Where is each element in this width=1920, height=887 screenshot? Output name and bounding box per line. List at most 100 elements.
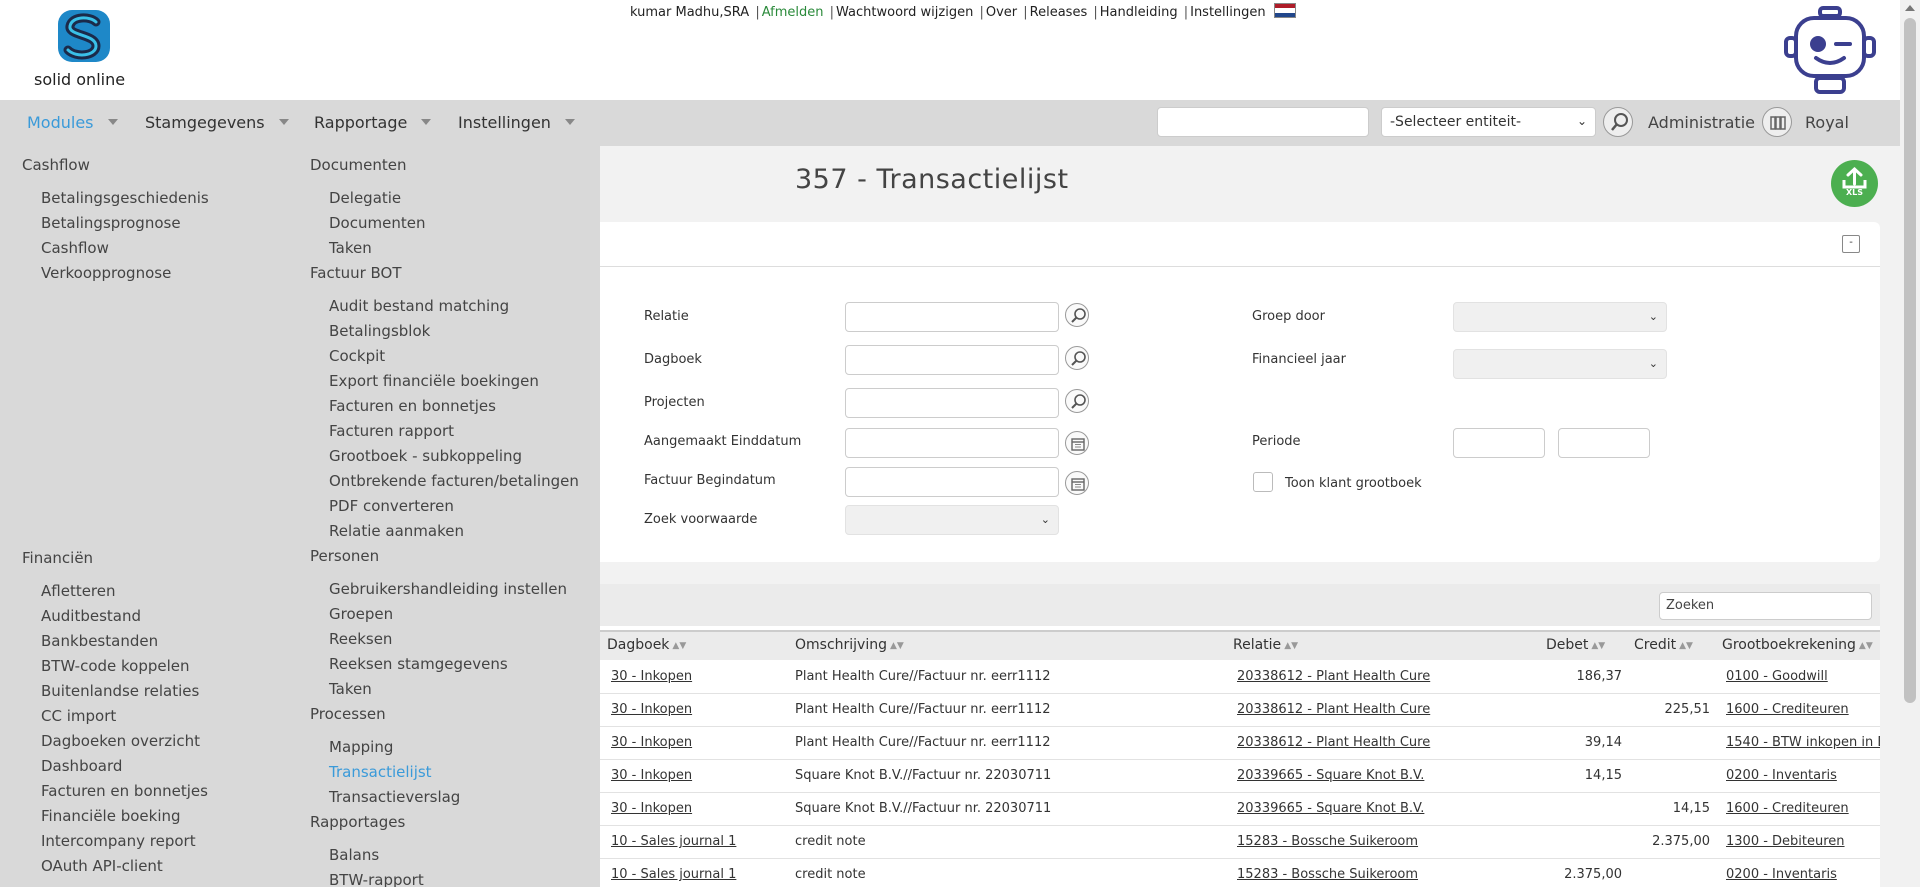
periode-to-input[interactable]: [1558, 428, 1650, 458]
table-row[interactable]: 30 - Inkopen Plant Health Cure//Factuur n…: [600, 727, 1880, 760]
factuur-begindatum-input[interactable]: [845, 467, 1059, 497]
menu-item[interactable]: Transactieverslag: [329, 788, 460, 806]
menu-item[interactable]: Dashboard: [41, 757, 122, 775]
menu-item[interactable]: Groepen: [329, 605, 393, 623]
logout-link[interactable]: Afmelden: [762, 5, 824, 20]
menu-item[interactable]: Grootboek - subkoppeling: [329, 447, 522, 465]
scroll-up-icon[interactable]: [1905, 5, 1915, 11]
menu-item[interactable]: Audit bestand matching: [329, 297, 509, 315]
table-row[interactable]: 10 - Sales journal 1 credit note 15283 - B…: [600, 826, 1880, 859]
menu-item[interactable]: Ontbrekende facturen/betalingen: [329, 472, 579, 490]
cell-grootboek[interactable]: 0200 - Inventaris: [1726, 768, 1880, 783]
menu-item[interactable]: Cockpit: [329, 347, 385, 365]
search-button[interactable]: [1603, 107, 1633, 137]
nav-rapportage[interactable]: Rapportage: [314, 113, 432, 132]
menu-item[interactable]: Mapping: [329, 738, 393, 756]
table-row[interactable]: 30 - Inkopen Plant Health Cure//Factuur n…: [600, 661, 1880, 694]
menu-item[interactable]: Dagboeken overzicht: [41, 732, 200, 750]
dagboek-lookup-button[interactable]: [1065, 346, 1089, 370]
periode-from-input[interactable]: [1453, 428, 1545, 458]
cell-grootboek[interactable]: 1600 - Crediteuren: [1726, 702, 1880, 717]
dutch-flag-icon[interactable]: [1273, 3, 1296, 18]
cell-dagboek[interactable]: 30 - Inkopen: [611, 702, 781, 717]
menu-item[interactable]: Cashflow: [41, 239, 109, 257]
relatie-lookup-button[interactable]: [1065, 303, 1089, 327]
cell-relatie[interactable]: 20339665 - Square Knot B.V.: [1237, 768, 1497, 783]
menu-item[interactable]: Betalingsgeschiedenis: [41, 189, 209, 207]
factuur-begindatum-calendar-button[interactable]: [1065, 471, 1089, 495]
menu-item[interactable]: Reeksen: [329, 630, 392, 648]
menu-item[interactable]: Bankbestanden: [41, 632, 158, 650]
scrollbar-thumb[interactable]: [1904, 18, 1916, 703]
projecten-input[interactable]: [845, 388, 1059, 418]
menu-item[interactable]: Betalingsblok: [329, 322, 430, 340]
menu-item[interactable]: Betalingsprognose: [41, 214, 181, 232]
col-credit-header[interactable]: Credit ▲▼: [1634, 637, 1693, 653]
menu-item[interactable]: BTW-rapport: [329, 871, 424, 887]
menu-item[interactable]: Balans: [329, 846, 379, 864]
company-name[interactable]: Royal: [1805, 113, 1849, 132]
menu-item[interactable]: Export financiële boekingen: [329, 372, 539, 390]
menu-item[interactable]: Buitenlandse relaties: [41, 682, 199, 700]
cell-grootboek[interactable]: 1600 - Crediteuren: [1726, 801, 1880, 816]
table-row[interactable]: 30 - Inkopen Square Knot B.V.//Factuur nr…: [600, 793, 1880, 826]
nav-instellingen[interactable]: Instellingen: [458, 113, 575, 132]
menu-item[interactable]: BTW-code koppelen: [41, 657, 190, 675]
collapse-filter-button[interactable]: -: [1842, 235, 1860, 253]
menu-item[interactable]: Taken: [329, 680, 372, 698]
cell-relatie[interactable]: 15283 - Bossche Suikeroom: [1237, 834, 1497, 849]
cell-dagboek[interactable]: 30 - Inkopen: [611, 735, 781, 750]
cell-dagboek[interactable]: 10 - Sales journal 1: [611, 867, 781, 882]
table-search-input[interactable]: Zoeken: [1659, 592, 1872, 620]
menu-item[interactable]: Auditbestand: [41, 607, 141, 625]
col-debet-header[interactable]: Debet ▲▼: [1546, 637, 1605, 653]
groep-door-select[interactable]: ⌄: [1453, 302, 1667, 332]
cell-dagboek[interactable]: 30 - Inkopen: [611, 768, 781, 783]
menu-item[interactable]: PDF converteren: [329, 497, 454, 515]
aangemaakt-einddatum-calendar-button[interactable]: [1065, 431, 1089, 455]
cell-dagboek[interactable]: 10 - Sales journal 1: [611, 834, 781, 849]
export-xls-button[interactable]: XLS: [1831, 160, 1878, 207]
zoek-voorwaarde-select[interactable]: ⌄: [845, 505, 1059, 535]
global-search-input[interactable]: [1157, 107, 1369, 137]
menu-item[interactable]: Transactielijst: [329, 763, 432, 781]
cell-grootboek[interactable]: 0200 - Inventaris: [1726, 867, 1880, 882]
menu-item[interactable]: Facturen en bonnetjes: [329, 397, 496, 415]
solid-online-logo[interactable]: solid online: [32, 8, 142, 90]
cell-grootboek[interactable]: 1540 - BTW inkopen in E: [1726, 735, 1880, 750]
menu-item[interactable]: OAuth API-client: [41, 857, 163, 875]
table-row[interactable]: 30 - Inkopen Square Knot B.V.//Factuur nr…: [600, 760, 1880, 793]
manual-link[interactable]: Handleiding: [1100, 5, 1178, 20]
page-scrollbar[interactable]: [1900, 0, 1920, 887]
cell-dagboek[interactable]: 30 - Inkopen: [611, 801, 781, 816]
menu-item[interactable]: Gebruikershandleiding instellen: [329, 580, 567, 598]
col-relatie-header[interactable]: Relatie ▲▼: [1233, 637, 1298, 653]
change-password-link[interactable]: Wachtwoord wijzigen: [836, 5, 973, 20]
settings-link[interactable]: Instellingen: [1190, 5, 1266, 20]
releases-link[interactable]: Releases: [1030, 5, 1088, 20]
financieel-jaar-select[interactable]: ⌄: [1453, 349, 1667, 379]
cell-grootboek[interactable]: 1300 - Debiteuren: [1726, 834, 1880, 849]
administratie-label[interactable]: Administratie: [1648, 113, 1755, 132]
menu-item[interactable]: Taken: [329, 239, 372, 257]
menu-item[interactable]: Intercompany report: [41, 832, 196, 850]
cell-relatie[interactable]: 15283 - Bossche Suikeroom: [1237, 867, 1497, 882]
robot-assistant-icon[interactable]: [1782, 6, 1878, 94]
aangemaakt-einddatum-input[interactable]: [845, 428, 1059, 458]
table-row[interactable]: 30 - Inkopen Plant Health Cure//Factuur n…: [600, 694, 1880, 727]
projecten-lookup-button[interactable]: [1065, 389, 1089, 413]
menu-item[interactable]: Financiële boeking: [41, 807, 181, 825]
nav-stamgegevens[interactable]: Stamgegevens: [145, 113, 289, 132]
menu-item[interactable]: Documenten: [329, 214, 425, 232]
menu-item[interactable]: Reeksen stamgegevens: [329, 655, 508, 673]
nav-modules[interactable]: Modules: [27, 113, 118, 132]
relatie-input[interactable]: [845, 302, 1059, 332]
menu-item[interactable]: Facturen en bonnetjes: [41, 782, 208, 800]
cell-grootboek[interactable]: 0100 - Goodwill: [1726, 669, 1880, 684]
dagboek-input[interactable]: [845, 345, 1059, 375]
about-link[interactable]: Over: [986, 5, 1017, 20]
cell-relatie[interactable]: 20338612 - Plant Health Cure: [1237, 702, 1497, 717]
entity-select[interactable]: -Selecteer entiteit- ⌄: [1381, 107, 1596, 137]
menu-item[interactable]: Relatie aanmaken: [329, 522, 464, 540]
menu-item[interactable]: Verkoopprognose: [41, 264, 171, 282]
